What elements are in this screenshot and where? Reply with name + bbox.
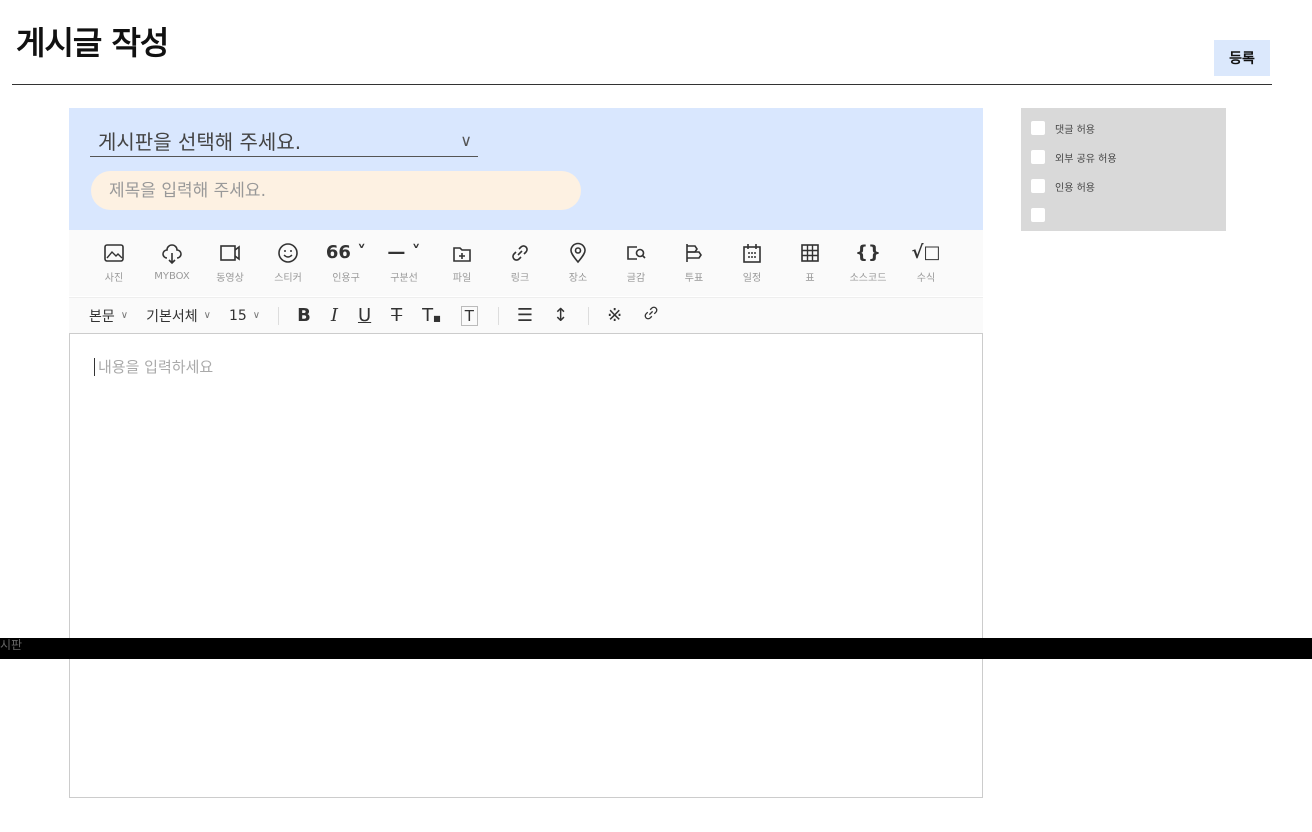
background-color-button[interactable]: T [460, 305, 478, 326]
table-icon [801, 244, 819, 262]
tool-photo[interactable]: 사진 [85, 235, 143, 291]
toolbar-separator [278, 306, 280, 325]
option-unlabeled[interactable] [1031, 205, 1226, 225]
register-button[interactable]: 등록 [1214, 40, 1270, 76]
vote-icon [686, 244, 702, 262]
tool-quote[interactable]: 66 ˅ 인용구 [317, 235, 375, 291]
band-text: 시판 [0, 638, 23, 652]
text-color-button[interactable]: T■ [422, 305, 441, 326]
italic-button[interactable]: I [331, 305, 338, 326]
paragraph-style-label: 본문 [89, 308, 115, 325]
calendar-icon [743, 244, 761, 263]
option-label: 댓글 허용 [1055, 124, 1095, 136]
insert-toolbar: 사진 MYBOX 동영상 스티커 66 ˅ 인용구 — ˅ 구분선 파일 링크 … [69, 230, 983, 296]
code-icon: {} [855, 242, 881, 263]
font-size-label: 15 [228, 307, 247, 324]
text-color-icon: T [422, 305, 434, 326]
video-icon [220, 245, 240, 261]
tool-label: MYBOX [154, 271, 190, 282]
search-content-icon [627, 246, 646, 260]
tool-label: 일정 [742, 273, 762, 284]
toolbar-separator [588, 306, 590, 325]
board-select-dropdown[interactable]: 게시판을 선택해 주세요. ∨ [90, 124, 478, 157]
chevron-down-icon: ∨ [120, 310, 129, 321]
page-title: 게시글 작성 [16, 24, 169, 62]
tool-label: 링크 [510, 273, 530, 284]
tool-label: 글감 [626, 273, 646, 284]
tool-label: 표 [805, 273, 815, 284]
tool-material[interactable]: 글감 [607, 235, 665, 291]
tool-mybox[interactable]: MYBOX [143, 235, 201, 291]
location-icon [570, 242, 586, 264]
checkbox[interactable] [1031, 179, 1045, 193]
tool-label: 스티커 [274, 273, 302, 284]
tool-table[interactable]: 표 [781, 235, 839, 291]
option-allow-external-share[interactable]: 외부 공유 허용 [1031, 147, 1226, 167]
tool-file[interactable]: 파일 [433, 235, 491, 291]
tool-video[interactable]: 동영상 [201, 235, 259, 291]
option-label: 인용 허용 [1055, 182, 1095, 194]
paragraph-style-dropdown[interactable]: 본문 ∨ [89, 306, 128, 326]
tool-vote[interactable]: 투표 [665, 235, 723, 291]
board-select-label: 게시판을 선택해 주세요. [98, 129, 302, 154]
tool-label: 파일 [452, 273, 472, 284]
overlay-band [0, 638, 1312, 659]
post-options-panel: 댓글 허용 외부 공유 허용 인용 허용 [1021, 108, 1226, 231]
editor-placeholder: 내용을 입력하세요 [94, 358, 213, 376]
title-input[interactable] [91, 171, 581, 210]
checkbox[interactable] [1031, 150, 1045, 164]
tool-label: 소스코드 [849, 273, 887, 284]
tool-code[interactable]: {} 소스코드 [839, 235, 897, 291]
format-toolbar: 본문 ∨ 기본서체 ∨ 15 ∨ B I U T T■ T ☰ ↕ ※ [69, 297, 983, 333]
option-label: 외부 공유 허용 [1055, 153, 1117, 165]
tool-place[interactable]: 장소 [549, 235, 607, 291]
tool-link[interactable]: 링크 [491, 235, 549, 291]
tool-label: 장소 [568, 273, 588, 284]
toolbar-separator [497, 306, 499, 325]
tool-label: 인용구 [332, 273, 360, 284]
link-icon[interactable] [642, 304, 660, 327]
special-character-icon[interactable]: ※ [607, 305, 622, 326]
font-family-label: 기본서체 [146, 308, 198, 325]
chevron-down-icon: ∨ [252, 310, 261, 321]
tool-label: 동영상 [216, 273, 244, 284]
tool-formula[interactable]: √□ 수식 [897, 235, 955, 291]
tool-divider[interactable]: — ˅ 구분선 [375, 235, 433, 291]
option-allow-quote[interactable]: 인용 허용 [1031, 176, 1226, 196]
divider-icon: — ˅ [387, 242, 421, 263]
tool-label: 투표 [684, 273, 704, 284]
strikethrough-button[interactable]: T [391, 305, 402, 326]
file-add-icon [453, 247, 471, 262]
content-editor[interactable]: 내용을 입력하세요 [69, 333, 983, 798]
tool-label: 수식 [916, 273, 936, 284]
underline-button[interactable]: U [358, 305, 371, 326]
checkbox[interactable] [1031, 121, 1045, 135]
font-family-dropdown[interactable]: 기본서체 ∨ [146, 306, 211, 326]
font-size-dropdown[interactable]: 15 ∨ [229, 308, 260, 324]
line-height-icon[interactable]: ↕ [553, 305, 568, 326]
link-icon [512, 245, 528, 261]
title-divider [12, 84, 1272, 85]
post-header-panel: 게시판을 선택해 주세요. ∨ [69, 108, 983, 230]
tool-schedule[interactable]: 일정 [723, 235, 781, 291]
tool-label: 구분선 [390, 273, 418, 284]
option-allow-comments[interactable]: 댓글 허용 [1031, 118, 1226, 138]
smile-icon [278, 243, 298, 263]
tool-label: 사진 [104, 273, 124, 284]
chevron-down-icon: ∨ [460, 130, 472, 150]
quote-icon: 66 ˅ [325, 242, 367, 263]
checkbox[interactable] [1031, 208, 1045, 222]
align-icon[interactable]: ☰ [517, 305, 533, 326]
chevron-down-icon: ∨ [203, 310, 211, 321]
tool-sticker[interactable]: 스티커 [259, 235, 317, 291]
cloud-download-icon [162, 244, 182, 265]
image-icon [104, 244, 124, 262]
bold-button[interactable]: B [297, 305, 311, 326]
formula-icon: √□ [911, 242, 941, 263]
